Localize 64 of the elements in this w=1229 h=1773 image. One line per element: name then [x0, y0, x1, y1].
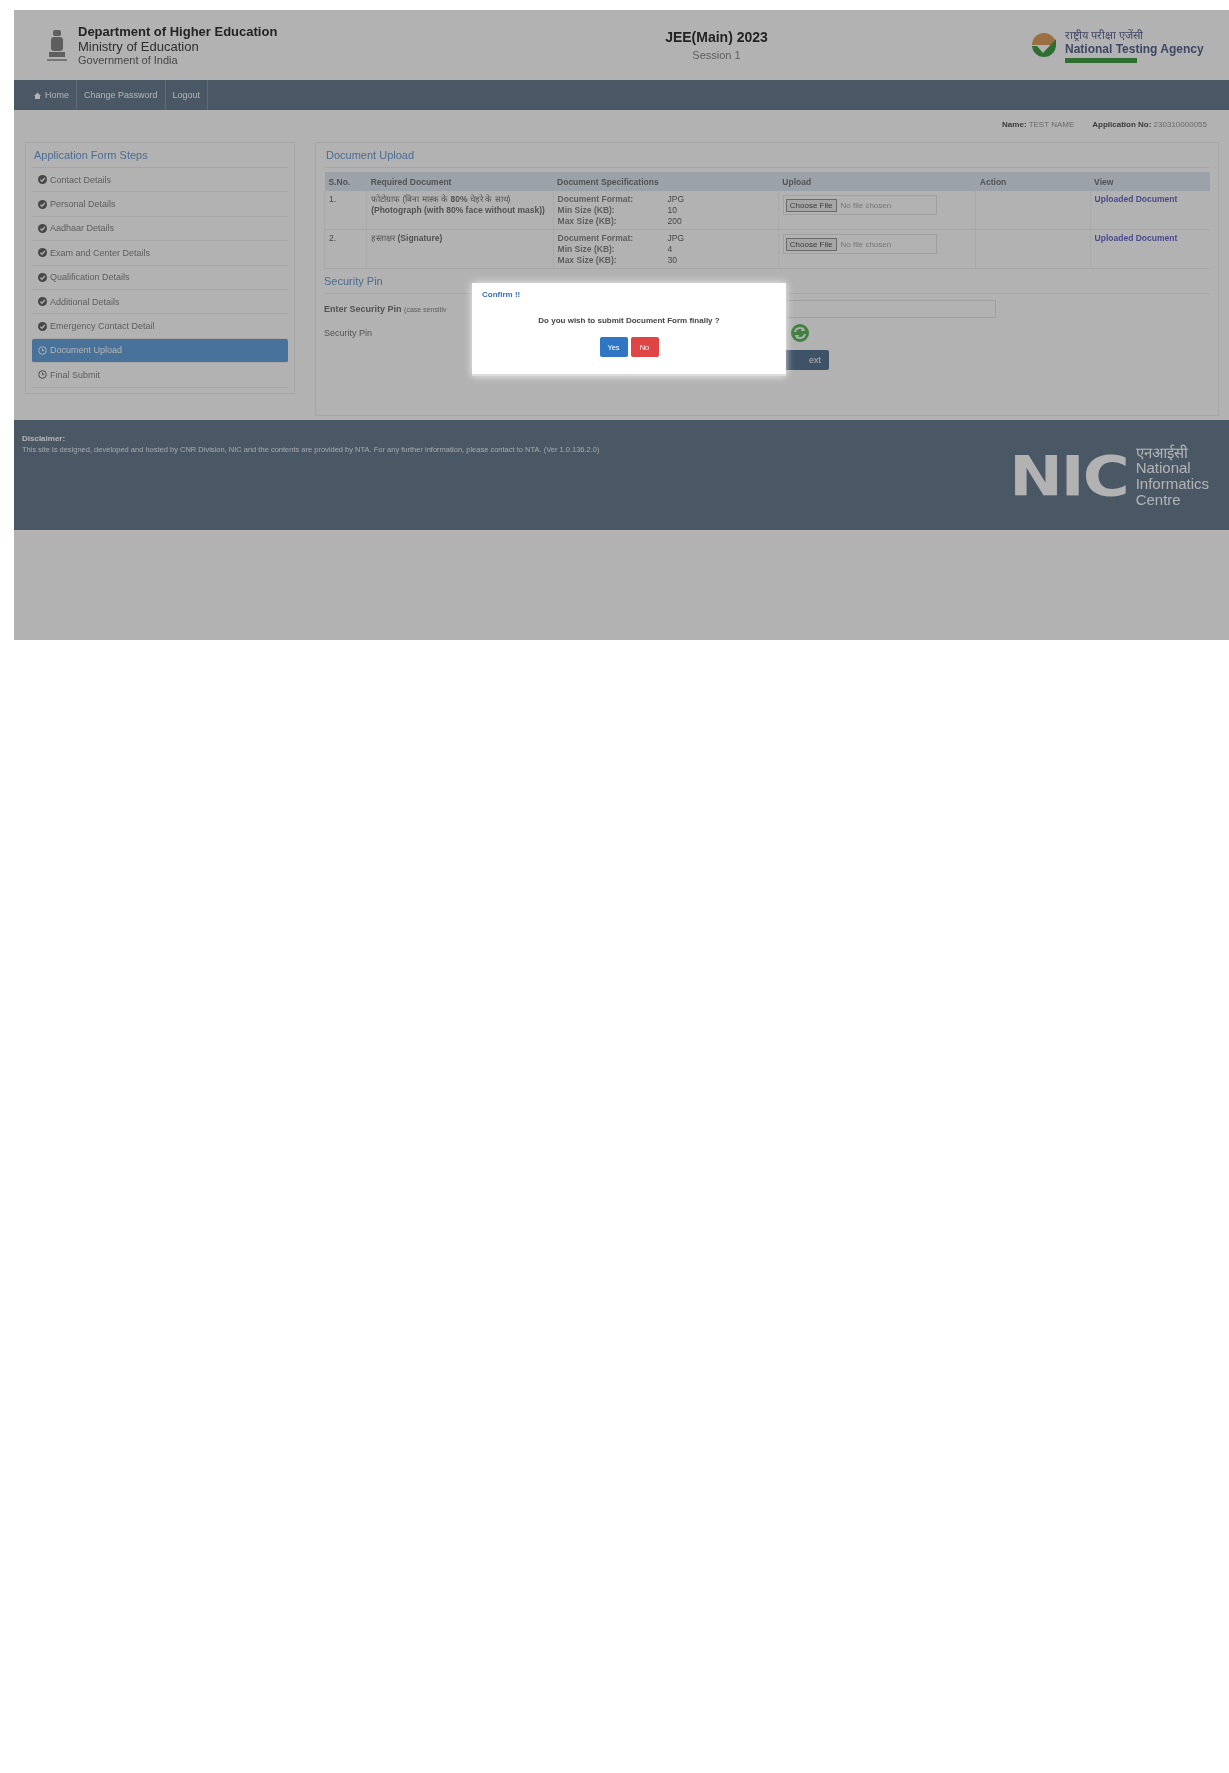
nav-link[interactable]: Change Password	[77, 80, 166, 110]
column-header: Document Specifications	[553, 172, 779, 191]
table-cell: 2.	[324, 229, 367, 269]
spec-label: Max Size (KB):	[557, 216, 618, 226]
step-item[interactable]: Additional Details	[32, 289, 288, 315]
step-item[interactable]: Emergency Contact Detail	[32, 314, 288, 339]
column-header: Action	[975, 172, 1091, 191]
spec-label: Document Format:	[557, 194, 635, 204]
step-item[interactable]: Aadhaar Details	[32, 216, 288, 242]
disclaimer-title: Disclaimer:	[22, 434, 67, 443]
nav-link[interactable]: Logout	[165, 80, 209, 110]
name-label: Name:	[1002, 119, 1027, 129]
spec-label: Max Size (KB):	[557, 255, 618, 265]
view-document-link[interactable]: Uploaded Document	[1094, 233, 1178, 243]
refresh-icon[interactable]	[791, 324, 809, 342]
spec-value: 30	[667, 255, 679, 265]
table-cell: हस्ताक्षर (Signature)	[366, 229, 554, 269]
table-cell: 1.	[324, 191, 367, 230]
nic-logo: NIC	[1009, 448, 1128, 504]
field-label: Security Pin	[324, 328, 373, 338]
panel-title: Document Upload	[324, 143, 1210, 168]
department-title: Department of Higher Education	[78, 24, 278, 39]
check-logo-icon	[1029, 31, 1059, 59]
step-item[interactable]: Contact Details	[32, 168, 288, 193]
field-label: Enter Security Pin	[324, 304, 402, 314]
session-label: Session 1	[691, 49, 742, 61]
nic-name-line: National	[1135, 460, 1192, 476]
agency-hindi-name: राष्ट्रीय परीक्षा एजेंसी	[1065, 28, 1145, 42]
agency-name: National Testing Agency	[1065, 42, 1204, 56]
application-number: 230310000055	[1153, 119, 1207, 129]
step-item[interactable]: Final Submit	[32, 363, 288, 388]
column-header: Required Document	[366, 172, 554, 191]
home-icon	[33, 90, 42, 100]
spec-value: JPG	[667, 233, 686, 243]
table-cell: फोटोग्राफ (बिना मास्क के 80% चेहरे के साथ) (Photograph (with 80% face without mask))	[366, 191, 554, 230]
panel-title: Application Form Steps	[32, 143, 288, 168]
application-label: Application No:	[1092, 119, 1152, 129]
choose-file-button[interactable]: Choose File	[785, 237, 837, 251]
step-item[interactable]: Personal Details	[32, 192, 288, 217]
step-item[interactable]: Qualification Details	[32, 265, 288, 290]
step-item[interactable]: Exam and Center Details	[32, 241, 288, 266]
government-title: Government of India	[78, 54, 179, 66]
home-link[interactable]: Home	[26, 80, 77, 110]
spec-label: Document Format:	[557, 233, 635, 243]
column-header: Upload	[778, 172, 976, 191]
step-item[interactable]: Document Upload	[32, 338, 288, 364]
spec-label: Min Size (KB):	[557, 205, 616, 215]
spec-label: Min Size (KB):	[557, 244, 616, 254]
ministry-title: Ministry of Education	[78, 39, 200, 54]
column-header: S.No.	[324, 172, 367, 191]
nic-hindi-name: एनआईसी	[1135, 444, 1189, 461]
dialog-message: Do you wish to submit Document Form finally ?	[537, 316, 721, 325]
view-document-link[interactable]: Uploaded Document	[1094, 194, 1178, 204]
candidate-name: TEST NAME	[1028, 119, 1075, 129]
spec-value: JPG	[667, 194, 686, 204]
choose-file-button[interactable]: Choose File	[785, 198, 837, 212]
spec-value: 10	[667, 205, 679, 215]
nic-name-line: Centre	[1135, 491, 1182, 508]
tagline-bar	[1065, 58, 1137, 63]
nic-name-line: Informatics	[1135, 476, 1209, 492]
exam-title: JEE(Main) 2023	[664, 29, 769, 45]
spec-value: 200	[667, 216, 683, 226]
column-header: View	[1090, 172, 1210, 191]
spec-value: 4	[667, 244, 674, 254]
